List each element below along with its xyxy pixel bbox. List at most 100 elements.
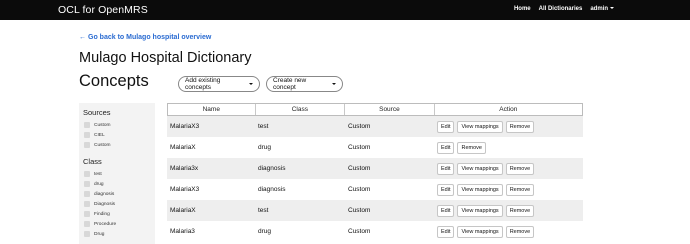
cell-source: Custom xyxy=(348,144,371,151)
table-row: Malaria3x diagnosis Custom Edit View mapping… xyxy=(167,158,583,179)
nav-all-dictionaries-link[interactable]: All Dictionaries xyxy=(539,6,583,12)
add-existing-concepts-button[interactable]: Add existing concepts xyxy=(178,76,260,92)
class-filter-procedure[interactable]: Procedure xyxy=(83,219,155,229)
user-menu[interactable]: admin xyxy=(590,6,614,12)
class-filter-finding[interactable]: Finding xyxy=(83,209,155,219)
cell-name: MalariaX xyxy=(170,207,196,214)
edit-button[interactable]: Edit xyxy=(437,204,455,217)
cell-source: Custom xyxy=(348,207,371,214)
arrow-left-icon: ← xyxy=(79,34,86,41)
facet-label: Custom xyxy=(94,122,111,128)
cell-class: diagnosis xyxy=(258,186,286,193)
checkbox[interactable] xyxy=(84,231,90,237)
dictionary-title: Mulago Hospital Dictionary xyxy=(79,50,252,66)
remove-button[interactable]: Remove xyxy=(457,141,486,154)
remove-button[interactable]: Remove xyxy=(505,120,535,133)
source-filter-ciel[interactable]: CIEL xyxy=(83,130,155,140)
column-header-name[interactable]: Name xyxy=(168,104,256,115)
table-header: Name Class Source Action xyxy=(167,103,583,116)
remove-button[interactable]: Remove xyxy=(505,183,535,196)
cell-source: Custom xyxy=(348,228,371,235)
page-title: Concepts xyxy=(79,72,149,90)
class-filter-test[interactable]: test xyxy=(83,169,155,179)
checkbox[interactable] xyxy=(84,221,90,227)
chevron-down-icon xyxy=(249,83,253,85)
sources-heading: Sources xyxy=(83,108,111,117)
view-mappings-button[interactable]: View mappings xyxy=(457,120,503,133)
class-filter-diagnosis[interactable]: diagnosis xyxy=(83,189,155,199)
edit-button[interactable]: Edit xyxy=(437,162,455,175)
create-new-label: Create new concept xyxy=(273,77,307,91)
view-mappings-button[interactable]: View mappings xyxy=(457,183,503,196)
cell-actions: Edit Remove xyxy=(437,137,486,158)
table-row: MalariaX3 test Custom Edit View mappings Remo… xyxy=(167,116,583,137)
checkbox[interactable] xyxy=(84,191,90,197)
facet-label: drug xyxy=(94,181,104,187)
view-mappings-button[interactable]: View mappings xyxy=(457,225,503,238)
table-row: Malaria3 drug Custom Edit View mappings Remov… xyxy=(167,221,583,242)
source-filter-custom[interactable]: Custom xyxy=(83,120,155,130)
remove-button[interactable]: Remove xyxy=(505,204,535,217)
concepts-table: Name Class Source Action MalariaX3 test Cu… xyxy=(167,103,583,244)
cell-source: Custom xyxy=(348,165,371,172)
class-heading: Class xyxy=(83,157,102,166)
cell-class: diagnosis xyxy=(258,165,286,172)
create-new-concept-button[interactable]: Create new concept xyxy=(266,76,343,92)
checkbox[interactable] xyxy=(84,181,90,187)
checkbox[interactable] xyxy=(84,201,90,207)
cell-name: Malaria3x xyxy=(170,165,199,172)
remove-button[interactable]: Remove xyxy=(505,162,535,175)
table-row: MalariaX drug Custom Edit Remove xyxy=(167,137,583,158)
table-row: MalariaX3 diagnosis Custom Edit View mapping… xyxy=(167,179,583,200)
cell-class: drug xyxy=(258,228,272,235)
cell-actions: Edit View mappings Remove xyxy=(437,221,535,242)
checkbox[interactable] xyxy=(84,211,90,217)
filter-sidebar: Sources Custom CIEL Custom Class test dr… xyxy=(79,103,155,244)
back-link[interactable]: ← Go back to Mulago hospital overview xyxy=(79,34,211,41)
facet-label: diagnosis xyxy=(94,191,115,197)
facet-label: Diagnosis xyxy=(94,201,116,207)
user-name: admin xyxy=(590,6,608,12)
cell-actions: Edit View mappings Remove xyxy=(437,158,535,179)
chevron-down-icon xyxy=(332,83,336,85)
cell-name: MalariaX3 xyxy=(170,123,200,130)
facet-label: Procedure xyxy=(94,221,117,227)
cell-name: MalariaX xyxy=(170,144,196,151)
remove-button[interactable]: Remove xyxy=(505,225,535,238)
checkbox[interactable] xyxy=(84,132,90,138)
cell-name: Malaria3 xyxy=(170,228,195,235)
cell-class: drug xyxy=(258,144,272,151)
view-mappings-button[interactable]: View mappings xyxy=(457,162,503,175)
view-mappings-button[interactable]: View mappings xyxy=(457,204,503,217)
facet-label: Drug xyxy=(94,231,105,237)
facet-label: test xyxy=(94,171,102,177)
edit-button[interactable]: Edit xyxy=(437,120,455,133)
nav-home-link[interactable]: Home xyxy=(514,6,531,12)
back-link-text: Go back to Mulago hospital overview xyxy=(88,34,212,41)
cell-class: test xyxy=(258,123,269,130)
checkbox[interactable] xyxy=(84,171,90,177)
checkbox[interactable] xyxy=(84,122,90,128)
class-filter-diagnosis-cap[interactable]: Diagnosis xyxy=(83,199,155,209)
cell-actions: Edit View mappings Remove xyxy=(437,116,535,137)
table-body: MalariaX3 test Custom Edit View mappings Remo… xyxy=(167,116,583,242)
checkbox[interactable] xyxy=(84,142,90,148)
edit-button[interactable]: Edit xyxy=(437,225,455,238)
edit-button[interactable]: Edit xyxy=(437,183,455,196)
brand-logo-text[interactable]: OCL for OpenMRS xyxy=(58,4,148,16)
column-header-source[interactable]: Source xyxy=(345,104,435,115)
cell-actions: Edit View mappings Remove xyxy=(437,200,535,221)
column-header-class[interactable]: Class xyxy=(256,104,346,115)
class-filter-drug[interactable]: drug xyxy=(83,179,155,189)
cell-source: Custom xyxy=(348,123,371,130)
table-row: MalariaX test Custom Edit View mappings Remov… xyxy=(167,200,583,221)
edit-button[interactable]: Edit xyxy=(437,141,455,154)
source-filter-custom-2[interactable]: Custom xyxy=(83,140,155,150)
column-header-action: Action xyxy=(499,106,518,113)
cell-actions: Edit View mappings Remove xyxy=(437,179,535,200)
chevron-down-icon xyxy=(610,7,614,10)
class-filter-drug-cap[interactable]: Drug xyxy=(83,229,155,239)
facet-label: CIEL xyxy=(94,132,105,138)
sources-facet: Sources Custom CIEL Custom xyxy=(83,108,155,150)
cell-class: test xyxy=(258,207,269,214)
